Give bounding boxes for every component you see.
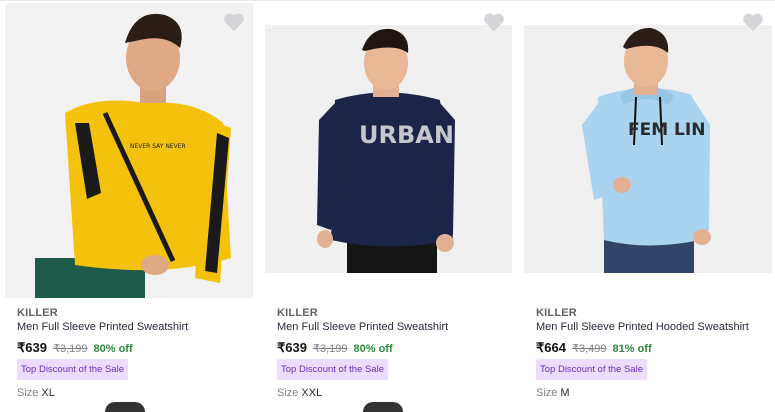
brand-name: KILLER (17, 307, 58, 319)
brand-name: KILLER (277, 307, 318, 319)
heart-icon[interactable] (483, 12, 505, 32)
price-row: ₹639 ₹3,199 80% off (277, 340, 393, 356)
size-info: Size M (536, 387, 570, 399)
size-label: Size (277, 387, 299, 399)
size-value: XL (41, 387, 55, 399)
discount: 80% off (93, 343, 133, 355)
product-card-3[interactable]: FEM LIN KILLER Men Full Sleeve Printed H… (524, 0, 774, 407)
product-card-1[interactable]: NEVER SAY NEVER KILLER Men Full Sleeve P… (5, 0, 255, 412)
product-image[interactable]: NEVER SAY NEVER (5, 3, 253, 298)
product-card-2[interactable]: URBAN KILLER Men Full Sleeve Printed Swe… (265, 0, 515, 412)
size-value: M (560, 387, 570, 399)
mrp: ₹3,199 (52, 343, 88, 355)
next-product-peek (105, 402, 145, 412)
product-image[interactable]: URBAN (265, 25, 512, 273)
price: ₹639 (17, 340, 47, 355)
mrp: ₹3,199 (312, 343, 348, 355)
price-row: ₹639 ₹3,199 80% off (17, 340, 133, 356)
brand-name: KILLER (536, 307, 577, 319)
heart-icon[interactable] (223, 12, 245, 32)
price-row: ₹664 ₹3,499 81% off (536, 340, 652, 356)
product-image[interactable]: FEM LIN (524, 25, 772, 273)
graphic-text: FEM LIN (628, 120, 705, 140)
size-value: XXL (301, 387, 323, 399)
product-title[interactable]: Men Full Sleeve Printed Hooded Sweatshir… (536, 321, 749, 333)
size-label: Size (17, 387, 39, 399)
product-title[interactable]: Men Full Sleeve Printed Sweatshirt (17, 321, 188, 333)
sale-badge: Top Discount of the Sale (536, 359, 647, 380)
next-product-peek (363, 402, 403, 412)
price: ₹664 (536, 340, 566, 355)
sale-badge: Top Discount of the Sale (277, 359, 388, 380)
product-title[interactable]: Men Full Sleeve Printed Sweatshirt (277, 321, 448, 333)
sale-badge: Top Discount of the Sale (17, 359, 128, 380)
graphic-text: NEVER SAY NEVER (130, 143, 186, 150)
heart-icon[interactable] (742, 12, 764, 32)
size-info: Size XXL (277, 387, 322, 399)
size-info: Size XL (17, 387, 55, 399)
mrp: ₹3,499 (571, 343, 607, 355)
discount: 80% off (353, 343, 393, 355)
graphic-text: URBAN (359, 121, 454, 149)
size-label: Size (536, 387, 558, 399)
price: ₹639 (277, 340, 307, 355)
discount: 81% off (612, 343, 652, 355)
